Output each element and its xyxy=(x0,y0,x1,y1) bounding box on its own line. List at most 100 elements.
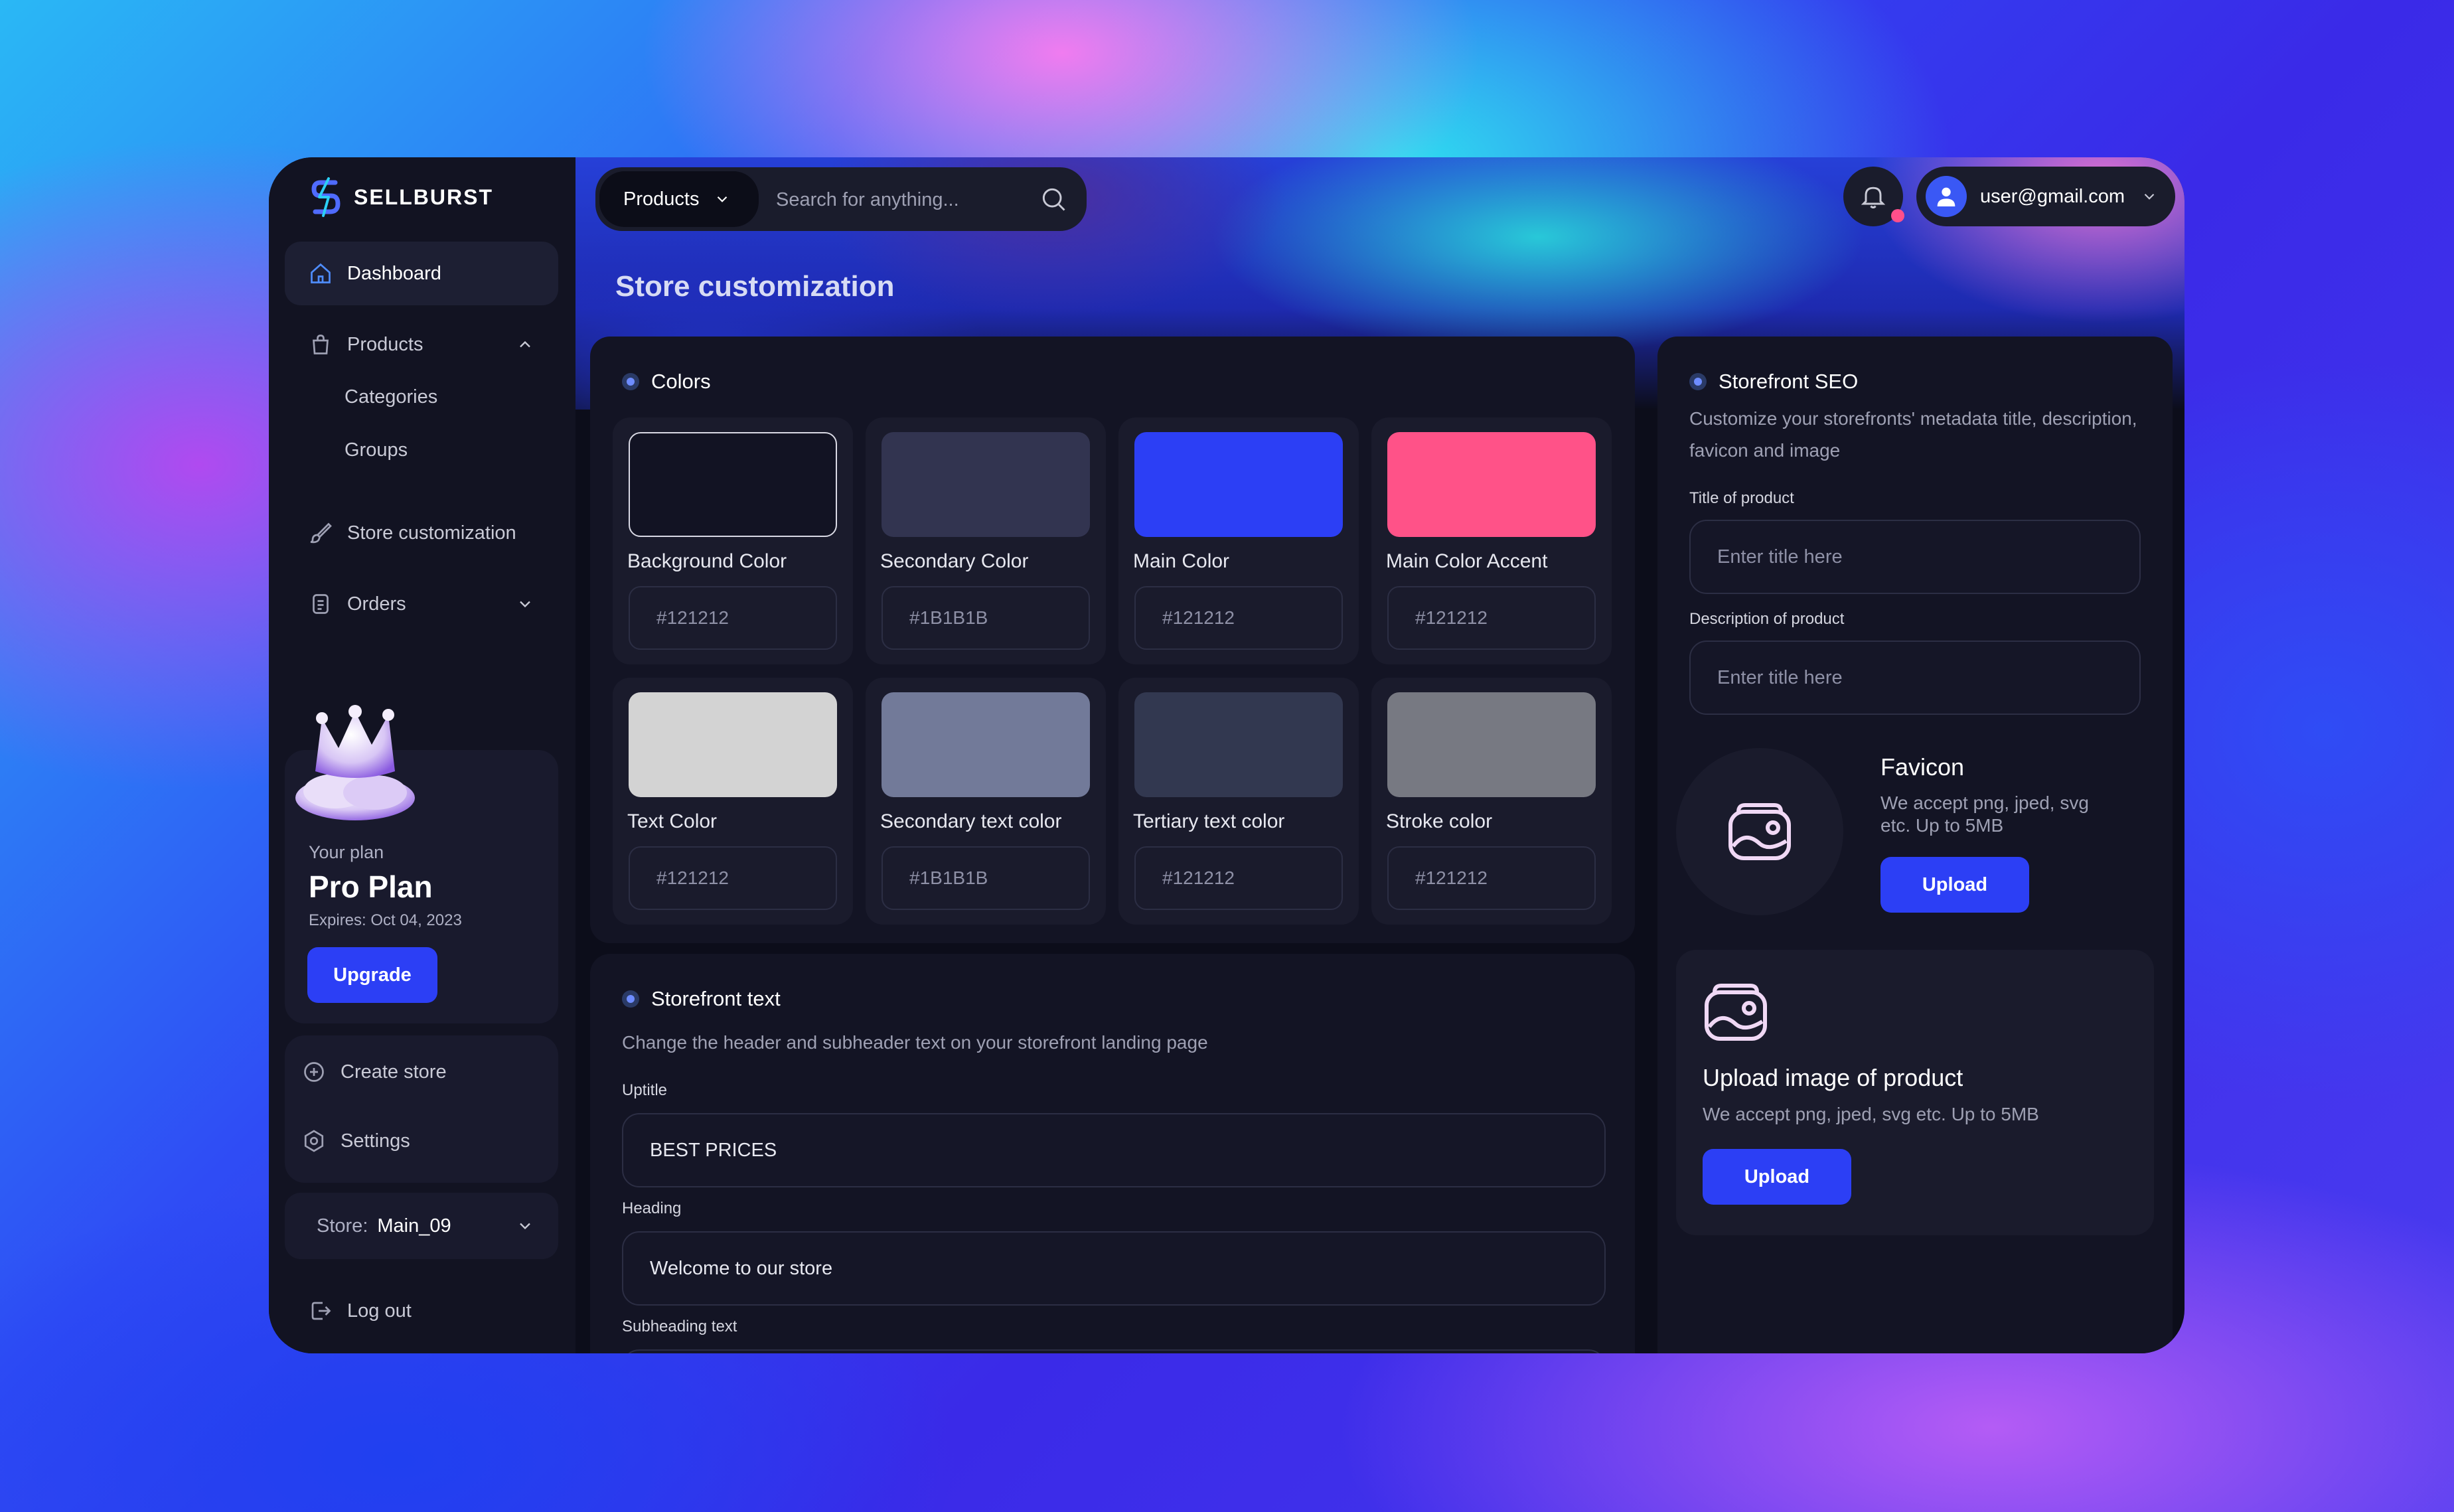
product-image-description: We accept png, jped, svg etc. Up to 5MB xyxy=(1703,1104,2039,1124)
bell-icon xyxy=(1861,187,1886,208)
sidebar-item-groups[interactable]: Groups xyxy=(345,439,408,461)
logout-button[interactable]: Log out xyxy=(309,1299,412,1323)
plus-circle-icon xyxy=(304,1062,324,1082)
sidebar-item-label: Store customization xyxy=(347,522,516,544)
sidebar-item-products[interactable]: Products xyxy=(285,313,558,376)
color-hex-input[interactable]: #1B1B1B xyxy=(882,586,1090,650)
section-dot-icon xyxy=(1689,373,1707,390)
image-icon xyxy=(1705,984,1767,1041)
title-of-product-label: Title of product xyxy=(1689,489,1794,507)
subheading-label: Subheading text xyxy=(622,1318,737,1335)
plan-name: Pro Plan xyxy=(309,869,433,904)
search-bar: Products xyxy=(595,167,1087,231)
storefront-text-heading-label: Storefront text xyxy=(651,987,781,1010)
color-hex-input[interactable]: #121212 xyxy=(1134,586,1343,650)
product-image-card: Upload image of product We accept png, j… xyxy=(1676,950,2154,1235)
user-menu[interactable]: user@gmail.com xyxy=(1916,167,2175,226)
sidebar: SELLBURST Dashboard Products Categories … xyxy=(269,157,575,1353)
color-swatch-card: Text Color #121212 xyxy=(613,678,853,925)
favicon-preview xyxy=(1676,748,1843,915)
color-hex-input[interactable]: #121212 xyxy=(1387,586,1596,650)
store-selector-value: Main_09 xyxy=(377,1215,451,1237)
upgrade-button[interactable]: Upgrade xyxy=(307,947,437,1003)
store-selector-label: Store: xyxy=(317,1215,368,1237)
section-dot-icon xyxy=(622,990,639,1008)
settings-button[interactable]: Settings xyxy=(302,1129,410,1153)
sidebar-item-store-customization[interactable]: Store customization xyxy=(285,501,558,565)
seo-heading-label: Storefront SEO xyxy=(1719,370,1859,393)
color-hex-input[interactable]: #121212 xyxy=(1134,846,1343,910)
uptitle-label: Uptitle xyxy=(622,1081,668,1099)
color-swatch-name: Stroke color xyxy=(1386,810,1493,832)
crown-illustration xyxy=(295,705,415,820)
color-swatch[interactable] xyxy=(882,692,1090,797)
brush-icon xyxy=(310,522,332,544)
colors-heading: Colors xyxy=(622,370,711,394)
tools-card xyxy=(285,1035,558,1183)
product-image-upload-button[interactable]: Upload xyxy=(1703,1149,1851,1205)
seo-panel: Storefront SEO Customize your storefront… xyxy=(1657,337,2173,1353)
chevron-down-icon[interactable] xyxy=(516,595,534,613)
color-swatch-name: Secondary Color xyxy=(880,550,1029,572)
chevron-up-icon[interactable] xyxy=(516,335,534,354)
sidebar-item-label: Orders xyxy=(347,593,406,615)
logout-icon xyxy=(311,1302,331,1320)
color-swatch-card: Stroke color #121212 xyxy=(1371,678,1612,925)
color-swatch-name: Main Color xyxy=(1133,550,1230,572)
seo-heading: Storefront SEO xyxy=(1689,370,1858,394)
chevron-down-icon xyxy=(520,1223,530,1230)
chevron-down-icon xyxy=(718,196,728,202)
user-email: user@gmail.com xyxy=(1980,185,2125,207)
color-hex-input[interactable]: #121212 xyxy=(629,846,837,910)
favicon-description: We accept png, jped, svg etc. Up to 5MB xyxy=(1880,793,2089,836)
color-swatch[interactable] xyxy=(1134,692,1343,797)
heading-input[interactable]: Welcome to our store xyxy=(622,1231,1606,1306)
section-dot-icon xyxy=(622,373,639,390)
page-title: Store customization xyxy=(615,270,895,303)
color-swatch-card: Background Color #121212 xyxy=(613,417,853,664)
color-swatch-card: Tertiary text color #121212 xyxy=(1118,678,1359,925)
sidebar-item-categories[interactable]: Categories xyxy=(345,386,437,408)
sidebar-item-label: Dashboard xyxy=(347,262,441,284)
avatar xyxy=(1926,176,1967,217)
image-icon xyxy=(1728,803,1791,860)
notification-badge xyxy=(1891,209,1904,222)
color-swatch[interactable] xyxy=(629,432,837,537)
search-input[interactable] xyxy=(775,183,1030,216)
storefront-text-heading: Storefront text xyxy=(622,987,781,1011)
storefront-text-description: Change the header and subheader text on … xyxy=(622,1032,1208,1053)
sidebar-item-label: Products xyxy=(347,333,423,355)
app-window: SELLBURST Dashboard Products Categories … xyxy=(269,157,2185,1353)
search-icon[interactable] xyxy=(1039,185,1068,214)
color-swatch[interactable] xyxy=(1134,432,1343,537)
sellburst-logo-icon xyxy=(311,177,341,217)
sidebar-item-orders[interactable]: Orders xyxy=(285,572,558,636)
storefront-text-panel: Storefront text Change the header and su… xyxy=(590,954,1635,1353)
sidebar-item-dashboard[interactable]: Dashboard xyxy=(285,242,558,305)
description-of-product-label: Description of product xyxy=(1689,610,1845,628)
user-icon xyxy=(1937,187,1956,206)
heading-label: Heading xyxy=(622,1199,682,1217)
store-selector[interactable]: Store: Main_09 xyxy=(285,1193,558,1259)
uptitle-input[interactable]: BEST PRICES xyxy=(622,1113,1606,1187)
search-category-select[interactable]: Products xyxy=(599,171,759,227)
main-content: Products user@gmail.com Store customizat… xyxy=(575,157,2185,1353)
color-swatch[interactable] xyxy=(882,432,1090,537)
color-swatch[interactable] xyxy=(629,692,837,797)
color-swatch[interactable] xyxy=(1387,432,1596,537)
title-of-product-input[interactable]: Enter title here xyxy=(1689,520,2141,594)
product-image-title: Upload image of product xyxy=(1703,1064,1963,1091)
color-swatch[interactable] xyxy=(1387,692,1596,797)
color-swatch-card: Main Color #121212 xyxy=(1118,417,1359,664)
create-store-button[interactable]: Create store xyxy=(302,1060,447,1084)
favicon-upload-button[interactable]: Upload xyxy=(1880,857,2029,913)
description-of-product-input[interactable]: Enter title here xyxy=(1689,641,2141,715)
color-hex-input[interactable]: #121212 xyxy=(629,586,837,650)
subheading-input[interactable] xyxy=(622,1349,1606,1353)
brand-logo[interactable]: SELLBURST xyxy=(309,177,493,217)
color-hex-input[interactable]: #121212 xyxy=(1387,846,1596,910)
plan-expiry: Expires: Oct 04, 2023 xyxy=(309,911,462,929)
colors-heading-label: Colors xyxy=(651,370,711,393)
color-hex-input[interactable]: #1B1B1B xyxy=(882,846,1090,910)
color-swatch-name: Background Color xyxy=(627,550,787,572)
